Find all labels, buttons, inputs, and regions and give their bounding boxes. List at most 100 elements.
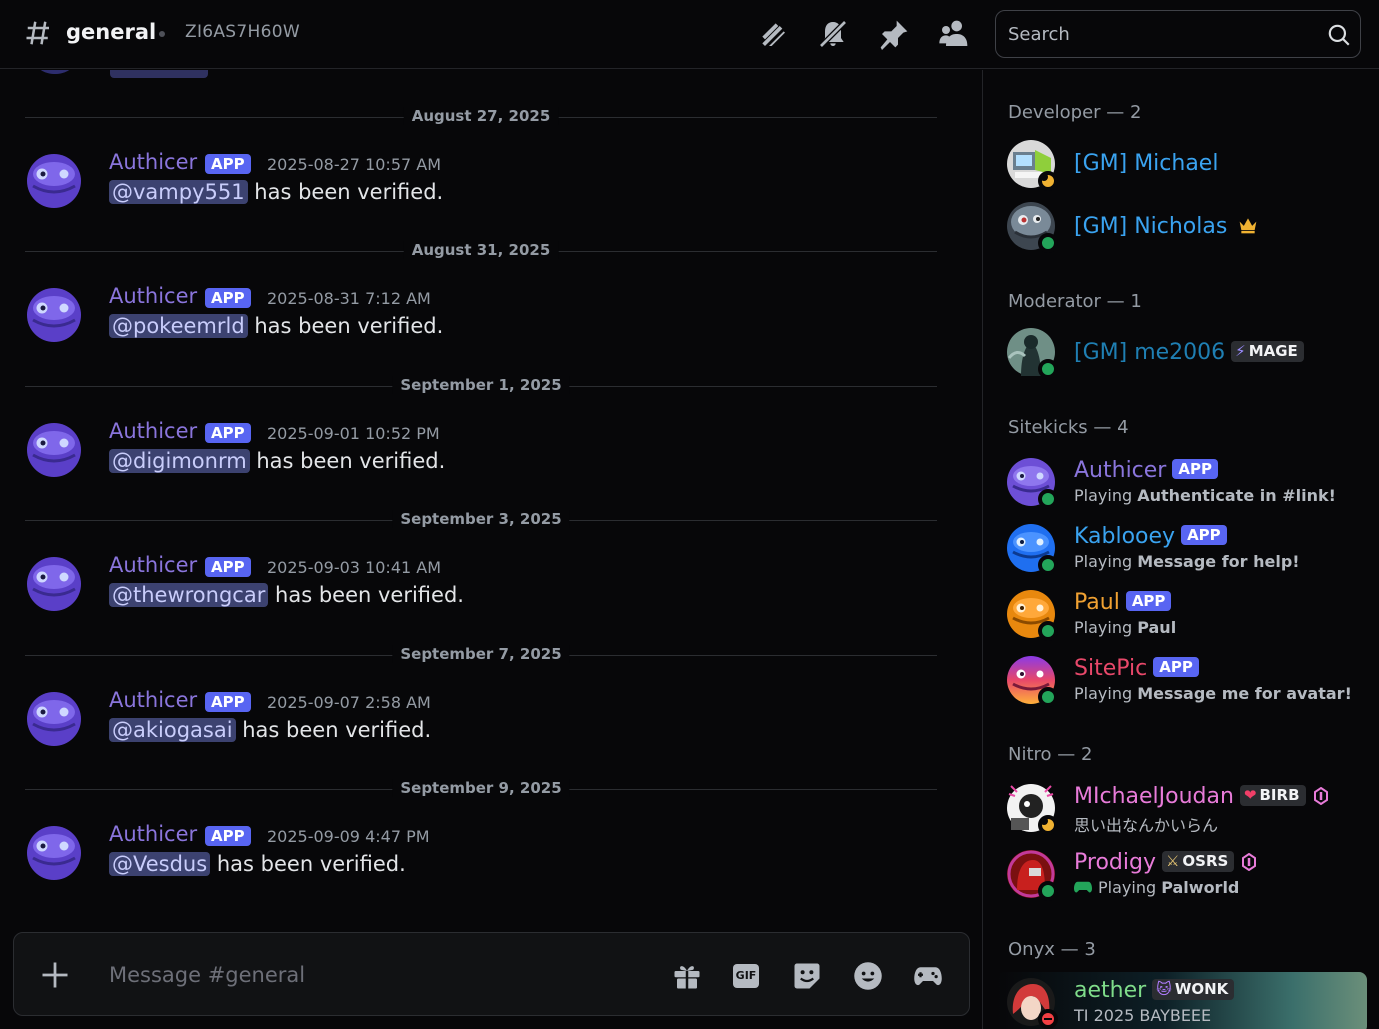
avatar [1007,458,1058,509]
member-list[interactable]: Developer — 2 [GM] Michael [GM] Nicholas… [982,70,1379,1029]
member-prodigy[interactable]: Prodigy ⚔ OSRS Playing Palworld [983,848,1379,906]
message-timestamp: 2025-08-31 7:12 AM [267,289,431,309]
member-sitepic[interactable]: SitePic APP Playing Message me for avatar… [983,654,1379,712]
app-badge: APP [1125,591,1172,611]
message-author[interactable]: Authicer [109,822,197,846]
search-input[interactable] [1008,21,1308,47]
message-author[interactable]: Authicer [109,419,197,443]
member-michaeljoudan[interactable]: MIchaelJoudan ❤ BIRB 思い出なんかいらん [983,782,1379,840]
user-mention[interactable]: @thewrongcar [109,583,269,608]
status-online-icon [1038,687,1058,707]
heart-icon: ❤ [1243,786,1257,804]
activity-name: Paul [1137,618,1177,637]
message-timestamp: 2025-09-01 10:52 PM [267,423,440,443]
message[interactable]: Authicer APP 2025-09-07 2:58 AM @akiogasai … [0,688,960,758]
user-mention[interactable]: @digimonrm [109,448,250,473]
member-activity: Playing Message me for avatar! [1074,684,1352,703]
member-name-text: [GM] Nicholas [1074,214,1228,239]
member-aether[interactable]: aether 🐱 WONK TI 2025 BAYBEEE [983,976,1379,1029]
member-name: MIchaelJoudan ❤ BIRB [1074,784,1328,809]
avatar[interactable] [26,287,82,343]
member-kablooey[interactable]: Kablooey APP Playing Message for help! [983,522,1379,580]
message-list[interactable]: August 27, 2025 Authicer APP 2025-08-27 10:… [0,70,982,1029]
date-divider-label: September 9, 2025 [392,779,570,797]
message[interactable]: Authicer APP 2025-08-27 10:57 AM @vampy551 … [0,150,960,220]
server-owner-crown-icon [1239,218,1257,234]
upload-plus-icon[interactable] [40,960,70,990]
member-paul[interactable]: Paul APP Playing Paul [983,588,1379,646]
member-name: Authicer APP [1074,458,1218,483]
status-idle-icon [1038,815,1058,835]
role-group-developer: Developer — 2 [1008,102,1142,123]
message-author[interactable]: Authicer [109,150,197,174]
date-divider: September 1, 2025 [25,375,937,394]
date-divider-label: September 1, 2025 [392,375,570,394]
message[interactable]: Authicer APP 2025-09-01 10:52 PM @digimonrm… [0,419,960,489]
activities-gamepad-icon[interactable] [913,961,943,991]
guild-tag-label: MAGE [1248,342,1298,360]
role-group-nitro: Nitro — 2 [1008,744,1093,765]
avatar [1007,202,1058,253]
message-author[interactable]: Authicer [109,688,197,712]
cat-icon: 🐱 [1156,980,1172,998]
user-mention[interactable]: @vampy551 [109,180,248,204]
user-mention[interactable]: @Vesdus [109,852,211,876]
message[interactable]: Authicer APP 2025-08-31 7:12 AM @pokeemrld … [0,284,960,354]
member-name-text: Kablooey [1074,524,1176,549]
message[interactable]: Authicer APP 2025-09-03 10:41 AM @thewrongc… [0,553,960,623]
nitro-boost-gem-icon [1242,853,1257,871]
threads-icon[interactable] [757,18,789,50]
message-author[interactable]: Authicer [109,553,197,577]
message-input[interactable] [109,959,649,991]
member-name-text: Authicer [1074,458,1167,483]
member-nicholas[interactable]: [GM] Nicholas [983,200,1379,258]
search-box[interactable] [995,10,1361,58]
member-activity: Playing Authenticate in #link! [1074,486,1336,505]
user-mention[interactable]: @akiogasai [109,717,236,742]
role-group-onyx: Onyx — 3 [1008,939,1096,960]
avatar[interactable] [26,691,82,747]
gif-icon[interactable]: GIF [733,961,763,991]
message[interactable]: Authicer APP 2025-09-09 4:47 PM @Vesdus has… [0,822,960,892]
gift-icon[interactable] [672,961,702,991]
message-text: has been verified. [256,448,446,473]
guild-tag-label: WONK [1174,980,1229,998]
guild-tag-label: BIRB [1259,786,1300,804]
member-name: Paul APP [1074,590,1172,615]
message-timestamp: 2025-09-03 10:41 AM [267,558,442,578]
channel-header: general ZI6AS7H60W [0,0,1379,69]
notifications-muted-icon[interactable] [817,18,849,50]
avatar[interactable] [26,556,82,612]
status-online-icon [1038,489,1058,509]
member-activity: Playing Message for help! [1074,552,1300,571]
avatar[interactable] [26,825,82,881]
message-author[interactable]: Authicer [109,284,197,308]
channel-topic[interactable]: ZI6AS7H60W [185,22,300,42]
app-badge: APP [1153,657,1199,677]
status-online-icon [1038,881,1058,901]
date-divider-label: September 7, 2025 [392,644,570,663]
message-timestamp: 2025-09-07 2:58 AM [267,692,431,712]
user-mention[interactable]: @pokeemrld [109,314,248,339]
emoji-icon[interactable] [853,961,883,991]
member-name-text: Paul [1074,590,1120,615]
avatar[interactable] [26,153,82,209]
app-badge: APP [205,154,251,174]
avatar [1007,524,1058,575]
message-text: has been verified. [254,314,444,339]
member-activity: Playing Paul [1074,618,1176,637]
pin-icon[interactable] [878,18,910,50]
activity-name: Message me for avatar! [1137,684,1352,703]
sticker-icon[interactable] [792,961,822,991]
message-timestamp: 2025-08-27 10:57 AM [267,155,442,174]
avatar [1007,656,1058,707]
member-name-text: Prodigy [1074,850,1156,875]
activity-name: Message for help! [1137,552,1300,571]
members-icon[interactable] [938,18,970,50]
member-michael[interactable]: [GM] Michael [983,138,1379,196]
avatar[interactable] [26,422,82,478]
member-authicer[interactable]: Authicer APP Playing Authenticate in #lin… [983,456,1379,514]
date-divider-label: September 3, 2025 [392,510,570,529]
status-online-icon [1038,233,1058,253]
member-me2006[interactable]: [GM] me2006 ⚡ MAGE [983,326,1379,384]
